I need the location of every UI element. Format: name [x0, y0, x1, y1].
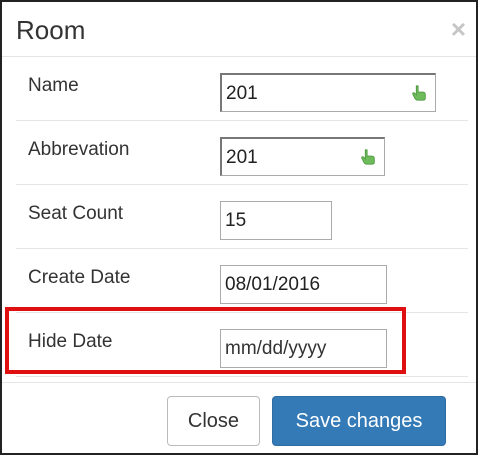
form-row-create-date: Create Date 08/01/2016 — [16, 249, 468, 313]
pointing-hand-icon[interactable] — [359, 148, 377, 166]
save-changes-button[interactable]: Save changes — [272, 396, 446, 446]
name-value: 201 — [226, 83, 258, 104]
abbreviation-field[interactable]: 201 — [220, 137, 385, 176]
close-button[interactable]: Close — [167, 396, 260, 446]
dialog-footer: Close Save changes — [2, 382, 476, 453]
hide-date-highlight-box — [5, 307, 406, 374]
create-date-value: 08/01/2016 — [225, 274, 321, 295]
form-row-seat-count: Seat Count 15 — [16, 185, 468, 249]
form-row-abbreviation: Abbrevation 201 — [16, 121, 468, 185]
name-field[interactable]: 201 — [220, 73, 436, 112]
close-icon[interactable]: × — [451, 16, 466, 42]
create-date-field[interactable]: 08/01/2016 — [220, 265, 387, 304]
dialog-title: Room — [16, 15, 86, 45]
seat-count-field[interactable]: 15 — [220, 201, 332, 240]
abbreviation-label: Abbrevation — [28, 139, 130, 160]
form-row-name: Name 201 — [16, 57, 468, 121]
seat-count-label: Seat Count — [28, 203, 124, 224]
dialog-header: Room × — [2, 2, 476, 57]
name-label: Name — [28, 75, 79, 96]
pointing-hand-icon[interactable] — [410, 84, 428, 102]
create-date-label: Create Date — [28, 267, 131, 288]
abbreviation-value: 201 — [226, 147, 258, 168]
seat-count-value: 15 — [225, 210, 247, 231]
room-dialog: Room × Name 201 Abbrevation 201 Seat Cou… — [0, 0, 478, 455]
